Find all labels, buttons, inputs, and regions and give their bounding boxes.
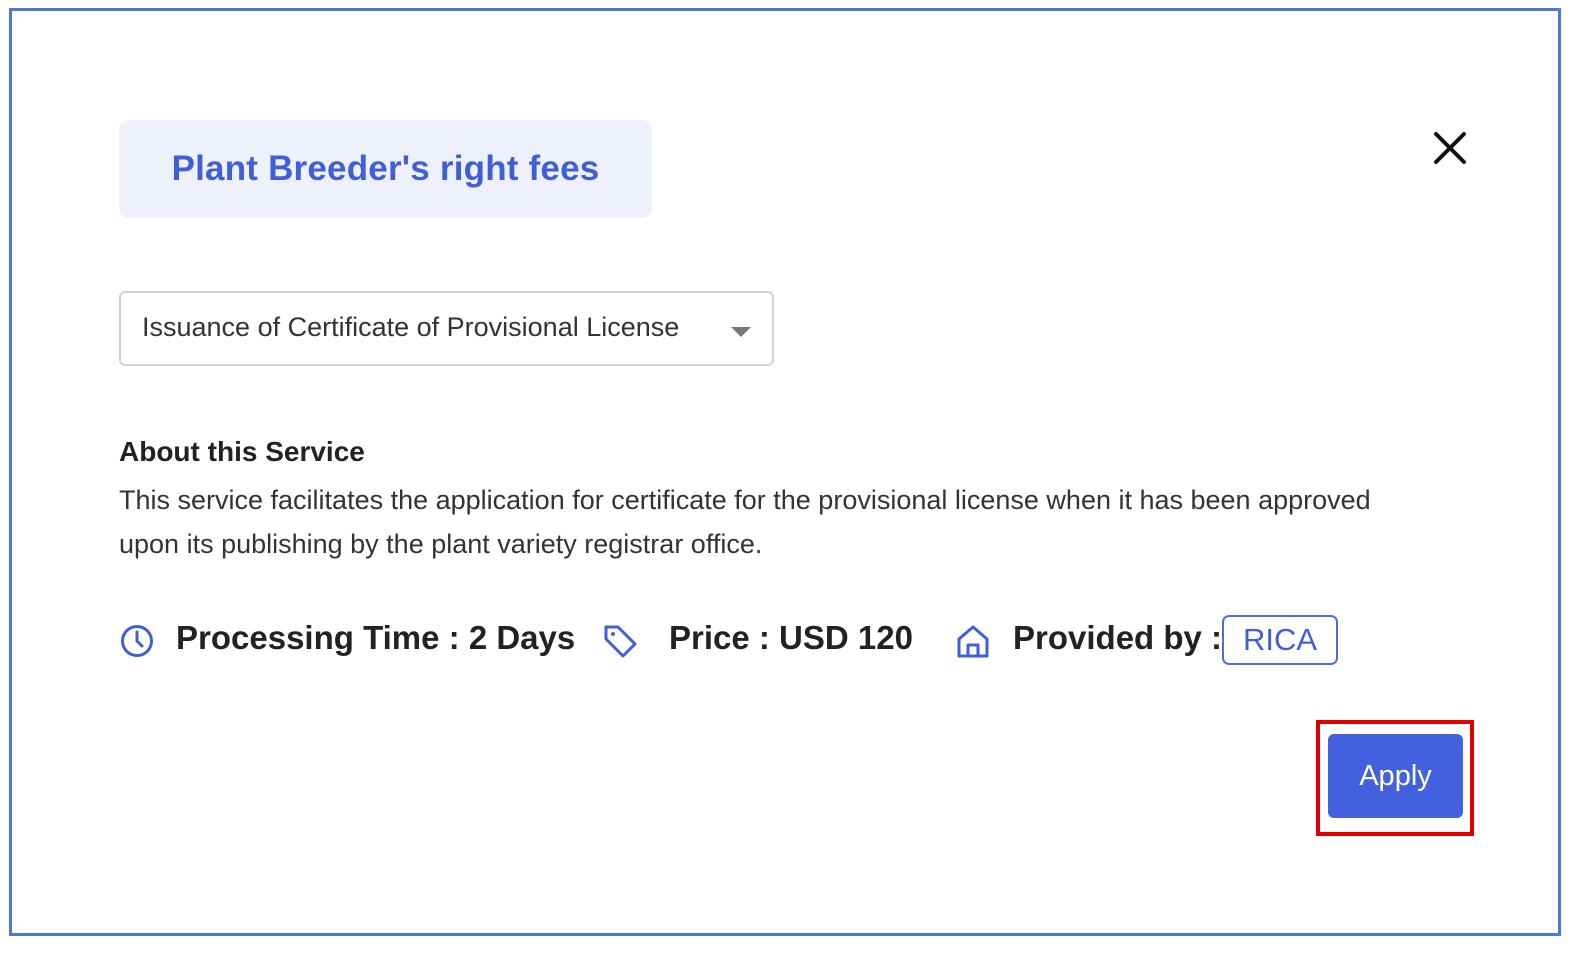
dialog-title-pill: Plant Breeder's right fees	[119, 120, 652, 218]
apply-button[interactable]: Apply	[1328, 734, 1463, 818]
close-icon	[1434, 132, 1466, 164]
price: Price : USD 120	[669, 619, 913, 656]
close-button[interactable]	[1428, 127, 1472, 171]
provider-badge: RICA	[1222, 615, 1338, 665]
caret-down-icon	[731, 327, 751, 337]
about-description: This service facilitates the application…	[119, 485, 1371, 559]
processing-time: Processing Time : 2 Days	[176, 619, 576, 656]
home-icon	[957, 625, 989, 658]
dialog-title: Plant Breeder's right fees	[171, 149, 600, 188]
provided-by-label: Provided by :	[1013, 619, 1223, 656]
clock-icon	[121, 625, 153, 657]
price-tag-icon	[604, 625, 637, 658]
service-select-value: Issuance of Certificate of Provisional L…	[142, 312, 680, 342]
service-select[interactable]: Issuance of Certificate of Provisional L…	[119, 291, 774, 366]
about-heading: About this Service	[119, 436, 365, 467]
